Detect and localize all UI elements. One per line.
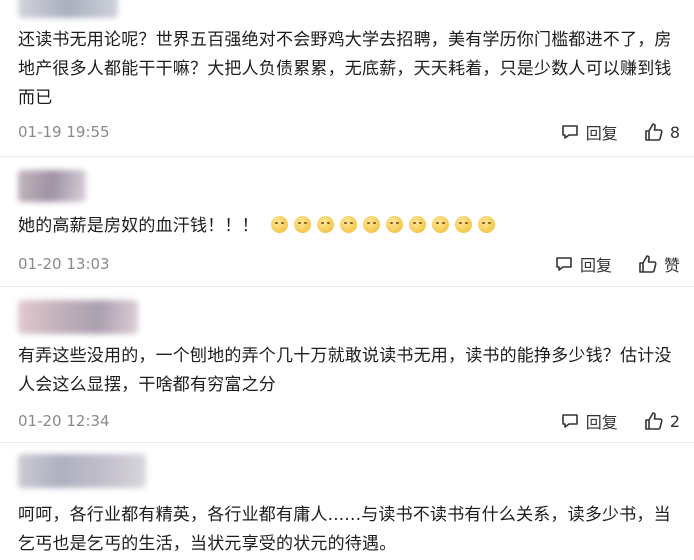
like-button[interactable]: 赞 (638, 252, 680, 276)
like-count: 2 (669, 411, 680, 431)
comment-time: 01-20 13:03 (18, 255, 110, 273)
comment-meta: 01-20 12:34 回复 2 (18, 409, 680, 433)
comment-time: 01-19 19:55 (18, 123, 110, 141)
comment-text: 有弄这些没用的，一个刨地的弄个几十万就敢说读书无用，读书的能挣多少钱？估计没人会… (18, 346, 672, 395)
reply-label: 回复 (585, 124, 618, 143)
like-button[interactable]: 8 (644, 122, 680, 142)
blurred-username (18, 170, 86, 202)
reply-button[interactable]: 回复 (560, 409, 618, 433)
smirk-face-emoji (362, 216, 380, 233)
smirk-face-emoji (454, 216, 472, 233)
like-label: 赞 (663, 256, 680, 275)
comment-meta: 01-19 19:55 回复 8 (18, 120, 680, 144)
blurred-username (18, 454, 146, 488)
smirk-face-emoji (339, 216, 357, 233)
smirk-face-emoji (293, 216, 311, 233)
comment-text: 呵呵，各行业都有精英，各行业都有庸人......与读书不读书有什么关系，读多少书… (18, 505, 671, 554)
like-count: 8 (669, 122, 680, 142)
smirk-face-emoji (270, 216, 288, 233)
smirk-face-emoji (477, 216, 495, 233)
emoji-row (265, 216, 495, 236)
comment-meta: 01-20 13:03 回复 赞 (18, 252, 680, 276)
reply-button[interactable]: 回复 (554, 252, 612, 276)
smirk-face-emoji (385, 216, 403, 233)
smirk-face-emoji (316, 216, 334, 233)
comment-time: 01-20 12:34 (18, 412, 110, 430)
smirk-face-emoji (408, 216, 426, 233)
comment-text-content: 她的高薪是房奴的血汗钱！！！ (18, 216, 259, 236)
comment-bubble-icon (560, 411, 580, 431)
divider (0, 286, 694, 287)
divider (0, 442, 694, 443)
comment-text: 还读书无用论呢？世界五百强绝对不会野鸡大学去招聘，美有学历你门槛都进不了，房地产… (18, 30, 672, 108)
thumbs-up-icon (644, 411, 664, 431)
like-button[interactable]: 2 (644, 411, 680, 431)
thumbs-up-icon (644, 122, 664, 142)
thumbs-up-icon (638, 254, 658, 274)
reply-button[interactable]: 回复 (560, 120, 618, 144)
reply-label: 回复 (579, 256, 612, 275)
comment-bubble-icon (554, 254, 574, 274)
comment-bubble-icon (560, 122, 580, 142)
divider (0, 156, 694, 157)
blurred-username (18, 300, 138, 334)
reply-label: 回复 (585, 413, 618, 432)
blurred-username (18, 0, 118, 18)
smirk-face-emoji (431, 216, 449, 233)
comment-text: 她的高薪是房奴的血汗钱！！！ (18, 212, 680, 241)
